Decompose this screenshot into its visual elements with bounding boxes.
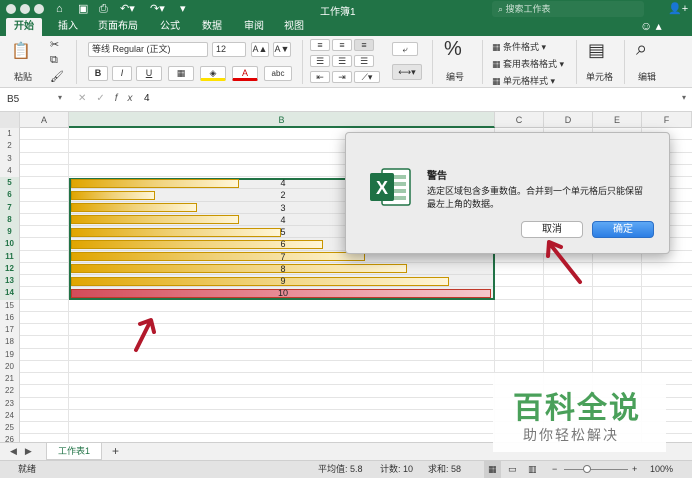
watermark: 百科全说 助你轻松解决 [493, 373, 666, 452]
arrow-to-cancel [546, 240, 582, 284]
zoom-in-icon[interactable]: + [632, 461, 637, 478]
page-layout-view-icon[interactable]: ▭ [508, 461, 517, 478]
arrow-to-selection [134, 318, 156, 352]
zoom-out-icon[interactable]: − [552, 461, 557, 478]
sheet-nav: ◀▶ [10, 446, 40, 457]
watermark-title: 百科全说 [513, 392, 641, 425]
status-count: 计数: 10 [380, 464, 414, 474]
zoom-slider-thumb[interactable] [583, 465, 591, 473]
watermark-subtitle: 助你轻松解决 [523, 427, 619, 443]
prev-sheet-icon[interactable]: ◀ [10, 446, 25, 456]
page-break-view-icon[interactable]: ▥ [528, 461, 537, 478]
status-average: 平均值: 5.8 [318, 464, 363, 474]
status-sum: 求和: 58 [428, 464, 462, 474]
status-bar: 就绪 平均值: 5.8 计数: 10 求和: 58 ▦ ▭ ▥ − + 100% [0, 460, 692, 478]
sheet-tab-1[interactable]: 工作表1 [46, 443, 102, 460]
status-ready: 就绪 [18, 464, 37, 474]
zoom-level[interactable]: 100% [650, 461, 673, 478]
add-sheet-icon[interactable]: + [112, 444, 119, 458]
next-sheet-icon[interactable]: ▶ [25, 446, 40, 456]
zoom-slider[interactable] [564, 469, 628, 470]
normal-view-icon[interactable]: ▦ [484, 461, 501, 478]
